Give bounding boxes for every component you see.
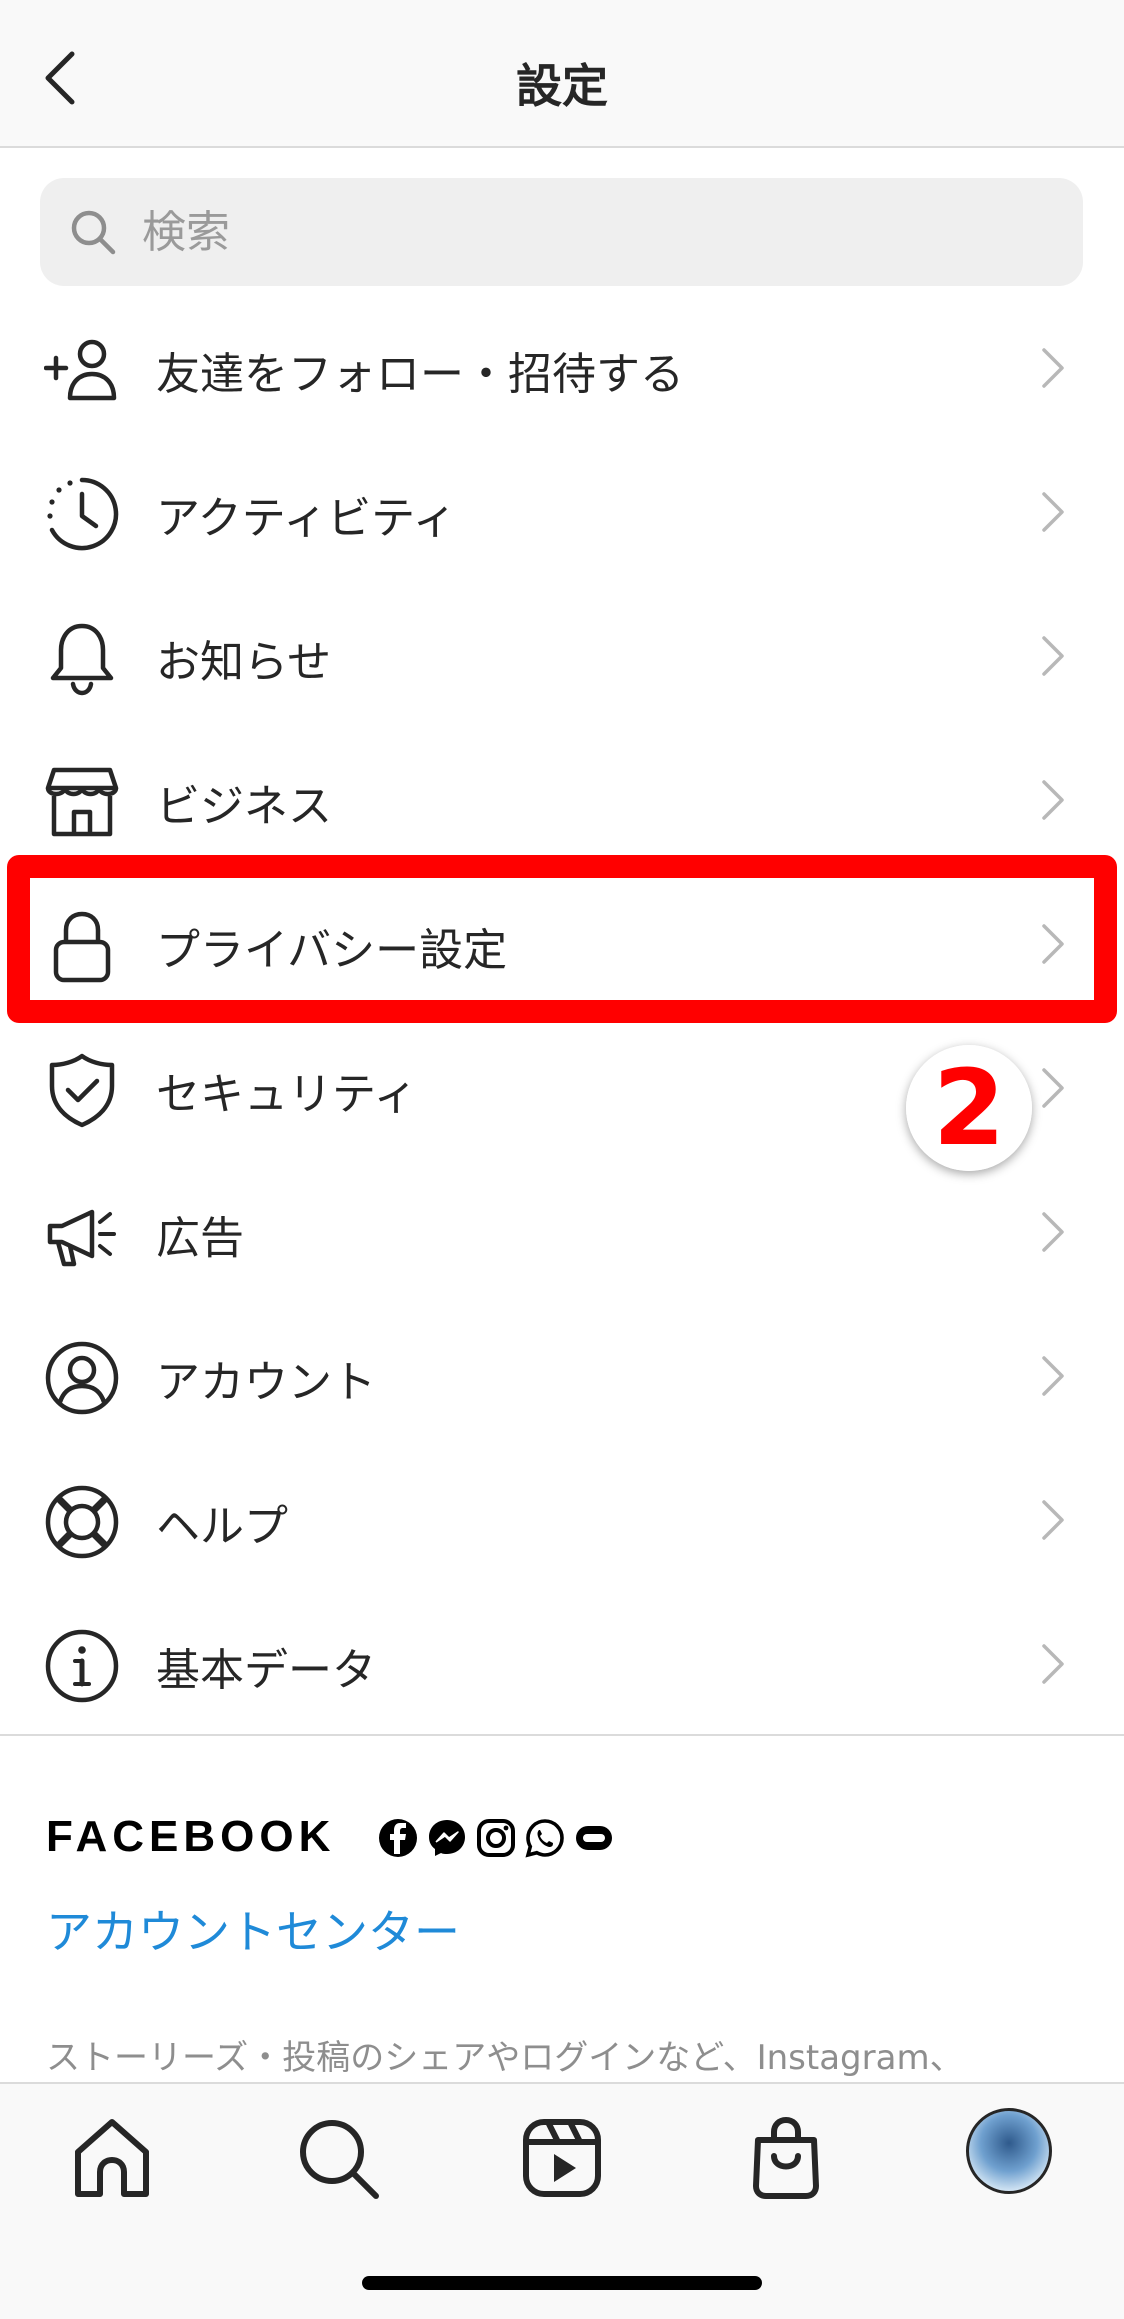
menu-item-account[interactable]: アカウント — [0, 1304, 1124, 1448]
chevron-right-icon — [1042, 1212, 1064, 1252]
portal-icon — [576, 1826, 612, 1850]
settings-menu: 友達をフォロー・招待する アクティビティ お知らせ ビジネス プライバシー設定 … — [0, 296, 1124, 1736]
menu-item-follow-invite[interactable]: 友達をフォロー・招待する — [0, 296, 1124, 440]
facebook-description: ストーリーズ・投稿のシェアやログインなど、Instagram、 — [46, 2038, 964, 2078]
step-number-badge: 2 — [906, 1045, 1032, 1171]
search-icon — [71, 210, 116, 255]
chevron-right-icon — [1042, 1068, 1064, 1108]
menu-item-privacy[interactable]: プライバシー設定 — [0, 872, 1124, 1016]
shop-icon — [45, 767, 119, 837]
lifebuoy-icon — [45, 1485, 119, 1559]
nav-search[interactable] — [294, 2114, 382, 2202]
menu-item-business[interactable]: ビジネス — [0, 728, 1124, 872]
menu-item-label: プライバシー設定 — [156, 925, 508, 976]
shop-bag-icon — [753, 2116, 819, 2199]
menu-item-label: ビジネス — [156, 781, 332, 832]
search-input[interactable] — [140, 201, 1083, 263]
home-indicator — [362, 2276, 762, 2290]
search-icon — [300, 2120, 379, 2199]
activity-clock-icon — [47, 477, 119, 551]
instagram-icon — [477, 1819, 515, 1857]
chevron-right-icon — [1042, 780, 1064, 820]
facebook-title: FACEBOOK — [46, 1812, 336, 1861]
chevron-right-icon — [1042, 1500, 1064, 1540]
menu-item-notifications[interactable]: お知らせ — [0, 584, 1124, 728]
menu-item-about[interactable]: 基本データ — [0, 1592, 1124, 1736]
menu-item-help[interactable]: ヘルプ — [0, 1448, 1124, 1592]
info-icon — [45, 1629, 119, 1703]
chevron-right-icon — [1042, 636, 1064, 676]
chevron-right-icon — [1042, 924, 1064, 964]
bell-icon — [50, 623, 114, 696]
menu-item-label: アクティビティ — [156, 493, 457, 544]
home-icon — [75, 2119, 149, 2197]
menu-item-label: お知らせ — [156, 637, 332, 688]
lock-icon — [53, 911, 111, 983]
chevron-right-icon — [1042, 1644, 1064, 1684]
nav-shop[interactable] — [742, 2114, 830, 2202]
messenger-icon — [429, 1820, 465, 1856]
menu-item-label: 友達をフォロー・招待する — [156, 349, 684, 400]
top-bar: 設定 — [0, 0, 1124, 148]
menu-item-ads[interactable]: 広告 — [0, 1160, 1124, 1304]
menu-item-activity[interactable]: アクティビティ — [0, 440, 1124, 584]
shield-check-icon — [49, 1053, 115, 1128]
menu-item-label: ヘルプ — [156, 1501, 288, 1552]
profile-avatar[interactable] — [966, 2108, 1052, 2194]
facebook-icon — [379, 1819, 417, 1857]
nav-home[interactable] — [68, 2114, 156, 2202]
reels-icon — [523, 2119, 601, 2197]
megaphone-icon — [47, 1209, 116, 1267]
account-circle-icon — [45, 1341, 119, 1415]
add-person-icon — [44, 339, 117, 401]
nav-reels[interactable] — [518, 2114, 606, 2202]
menu-item-label: 基本データ — [156, 1645, 376, 1696]
page-title: 設定 — [516, 59, 608, 113]
chevron-right-icon — [1042, 492, 1064, 532]
menu-item-label: アカウント — [156, 1357, 376, 1408]
facebook-app-icons — [378, 1818, 623, 1858]
whatsapp-icon — [525, 1819, 564, 1858]
chevron-right-icon — [1042, 1356, 1064, 1396]
account-center-link[interactable]: アカウントセンター — [46, 1896, 460, 1962]
menu-item-label: 広告 — [156, 1213, 244, 1264]
menu-item-label: セキュリティ — [156, 1069, 418, 1120]
search-bar[interactable] — [40, 178, 1083, 286]
chevron-right-icon — [1042, 348, 1064, 388]
section-divider — [0, 1734, 1124, 1736]
